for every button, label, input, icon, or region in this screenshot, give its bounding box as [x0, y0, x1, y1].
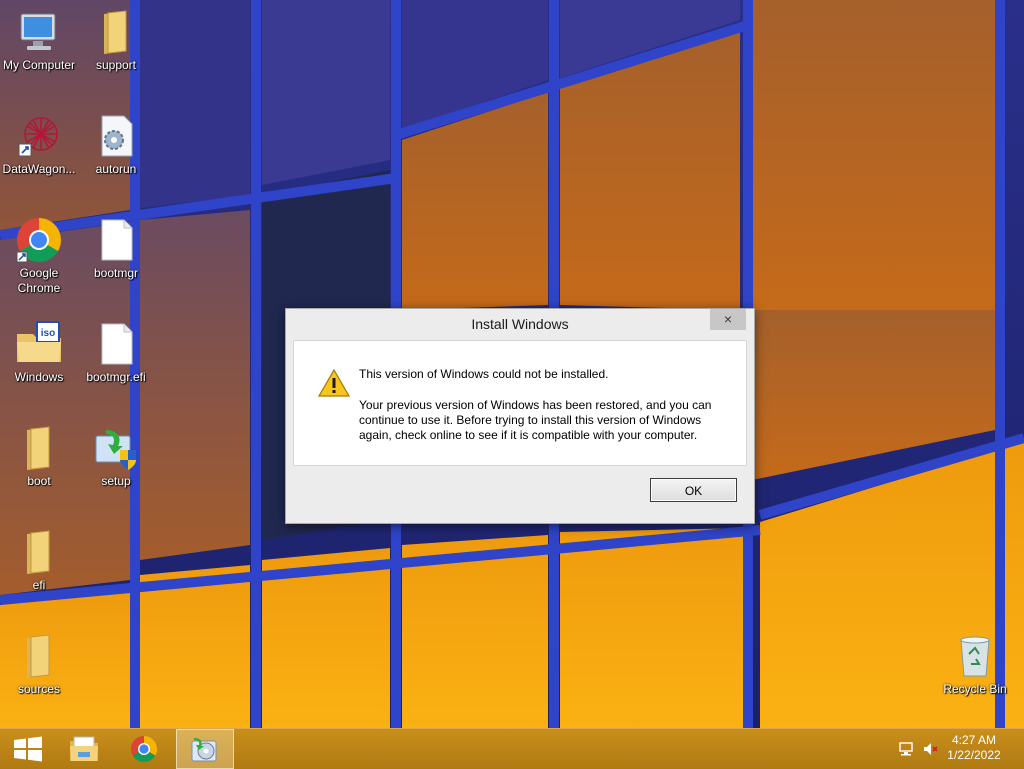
- warning-icon: [318, 368, 350, 397]
- desktop-icon-label: Recycle Bin: [943, 682, 1007, 696]
- dialog-title: Install Windows: [471, 316, 569, 332]
- install-windows-dialog: Install Windows × This version of Window…: [285, 308, 755, 524]
- desktop-icon-sources[interactable]: sources: [0, 632, 78, 697]
- desktop-icon-bootmgr[interactable]: bootmgr: [77, 216, 155, 281]
- desktop-icon-setup[interactable]: setup: [77, 424, 155, 489]
- folder-icon: [27, 426, 50, 470]
- desktop-icon-my-computer[interactable]: My Computer: [0, 8, 78, 73]
- dialog-body: This version of Windows could not be ins…: [293, 340, 747, 466]
- computer-icon: [20, 13, 56, 50]
- volume-muted-icon[interactable]: [922, 741, 938, 757]
- desktop-icon-support[interactable]: support: [77, 8, 155, 73]
- desktop-icon-label: My Computer: [2, 58, 76, 72]
- error-message-detail: Your previous version of Windows has bee…: [359, 398, 712, 442]
- windows-start-icon: [14, 736, 42, 762]
- desktop-icon-label: DataWagon...: [2, 162, 76, 176]
- desktop-icon-label: bootmgr.efi: [86, 370, 146, 384]
- desktop-icon-autorun[interactable]: autorun: [77, 112, 155, 177]
- desktop-icon-bootmgr-efi[interactable]: bootmgr.efi: [77, 320, 155, 385]
- start-button[interactable]: [0, 729, 56, 769]
- taskbar: 4:27 AM 1/22/2022: [0, 728, 1024, 769]
- settings-file-icon: [101, 115, 133, 157]
- setup-disc-icon: [191, 738, 217, 762]
- desktop-icon-label: Windows: [14, 370, 64, 384]
- desktop-icon-label: sources: [17, 682, 61, 696]
- system-clock[interactable]: 4:27 AM 1/22/2022: [944, 733, 1004, 763]
- error-message-main: This version of Windows could not be ins…: [359, 367, 609, 381]
- desktop-icon-label: support: [95, 58, 137, 72]
- taskbar-setup-active[interactable]: [176, 729, 234, 769]
- folder-icon: [104, 10, 127, 54]
- chrome-icon: [16, 218, 61, 263]
- close-button[interactable]: ×: [710, 309, 746, 330]
- file-explorer-icon: [70, 736, 98, 761]
- desktop-icon-datawagon[interactable]: DataWagon...: [0, 112, 78, 177]
- clock-date: 1/22/2022: [947, 748, 1001, 762]
- file-icon: [101, 323, 133, 365]
- clock-time: 4:27 AM: [951, 733, 997, 747]
- desktop-icon-label: efi: [32, 578, 46, 592]
- taskbar-file-explorer[interactable]: [56, 729, 112, 769]
- taskbar-chrome[interactable]: [116, 729, 172, 769]
- desktop-icon-label: bootmgr: [93, 266, 139, 280]
- desktop-icon-efi[interactable]: efi: [0, 528, 78, 593]
- desktop-icon-label: autorun: [95, 162, 137, 176]
- desktop-icon-windows-iso[interactable]: iso Windows: [0, 320, 78, 385]
- chrome-icon: [131, 735, 158, 763]
- setup-icon: [95, 430, 136, 470]
- desktop-icon-recycle-bin[interactable]: Recycle Bin: [936, 632, 1014, 697]
- iso-folder-icon: iso: [17, 321, 61, 362]
- desktop-icon-label: setup: [101, 474, 131, 488]
- desktop-icon-boot[interactable]: boot: [0, 424, 78, 489]
- svg-text:iso: iso: [41, 328, 55, 339]
- recycle-bin-icon: [960, 636, 990, 677]
- datawagon-icon: [18, 117, 58, 157]
- desktop-icon-label: Google Chrome: [17, 266, 61, 295]
- desktop-icon-label: boot: [27, 474, 51, 488]
- file-icon: [101, 219, 133, 261]
- folder-icon: [27, 634, 50, 678]
- folder-icon: [27, 530, 50, 574]
- ok-button[interactable]: OK: [650, 478, 737, 502]
- desktop-icon-google-chrome[interactable]: Google Chrome: [0, 216, 78, 296]
- network-icon[interactable]: [898, 741, 914, 757]
